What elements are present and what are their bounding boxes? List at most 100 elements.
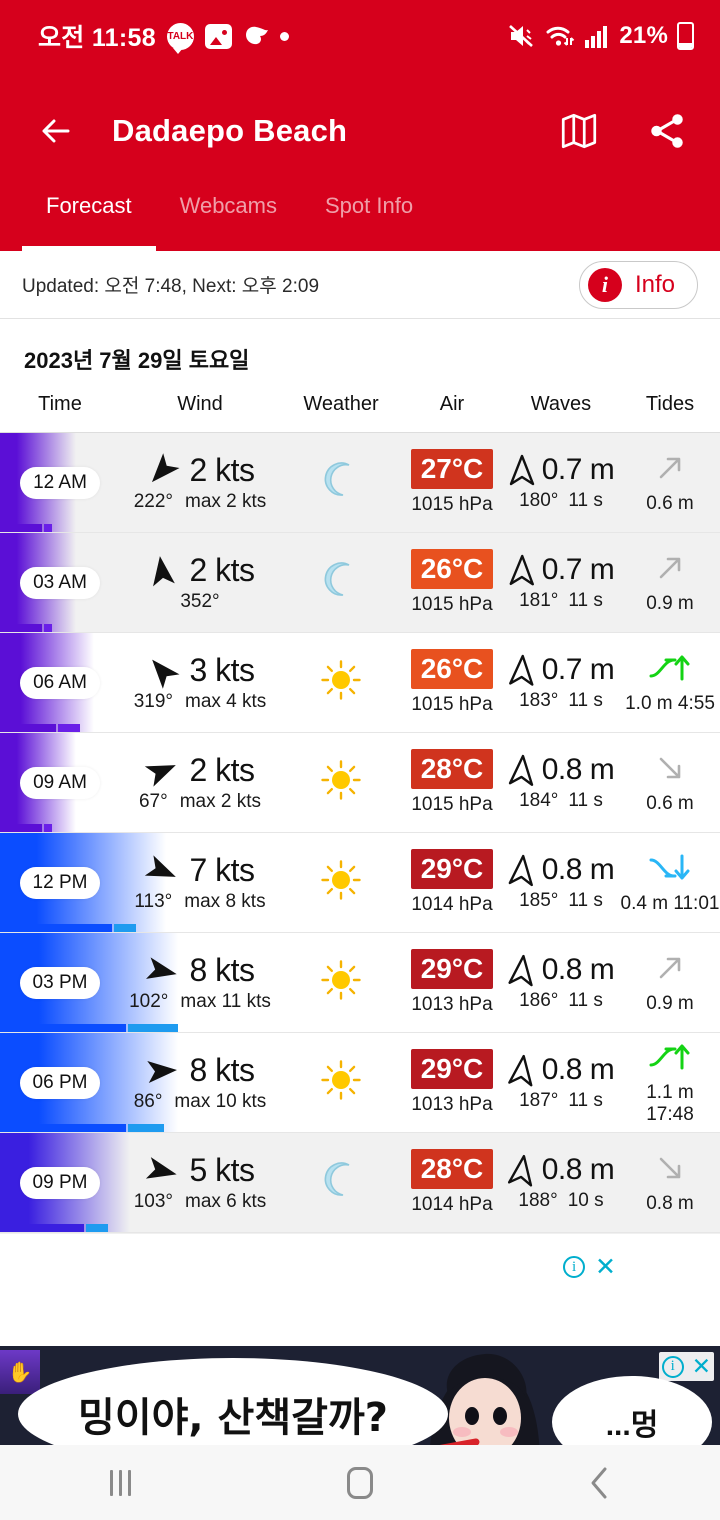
- table-row[interactable]: 03 AM 2 kts 352° 26°C 1015 hPa 0.7 m 181…: [0, 533, 720, 633]
- table-row[interactable]: 12 AM 2 kts 222° max 2 kts 27°C 1015 hPa: [0, 433, 720, 533]
- nav-back-button[interactable]: [550, 1455, 650, 1511]
- wind-gust-bar: [44, 624, 52, 632]
- sun-icon: [320, 1059, 362, 1101]
- home-icon: [347, 1466, 373, 1499]
- kakaotalk-icon: TALK: [166, 22, 194, 54]
- wave-period-value: 11 s: [568, 990, 603, 1011]
- ad-info-icon-banner[interactable]: i: [661, 1355, 684, 1378]
- mute-vibrate-icon: [508, 23, 536, 49]
- time-pill: 12 PM: [19, 866, 101, 899]
- table-row[interactable]: 06 AM 3 kts 319° max 4 kts 26°C 1015 hPa: [0, 633, 720, 733]
- time-pill: 06 AM: [20, 666, 100, 699]
- column-header-tides: Tides: [645, 393, 695, 415]
- table-row[interactable]: 09 AM 2 kts 67° max 2 kts 28°C 1015 hPa: [0, 733, 720, 833]
- ad-close-icon[interactable]: ✕: [595, 1252, 616, 1282]
- row-air: 27°C 1015 hPa: [402, 449, 502, 516]
- wave-height-value: 0.8 m: [541, 1153, 615, 1186]
- recent-apps-button[interactable]: [70, 1455, 170, 1511]
- table-row[interactable]: 03 PM 8 kts 102° max 11 kts 29°C 1013 hP…: [0, 933, 720, 1033]
- sun-icon: [320, 659, 362, 701]
- home-button[interactable]: [310, 1455, 410, 1511]
- ad-badge-icon: ✋: [0, 1350, 40, 1394]
- row-waves: 0.8 m 186° 11 s: [502, 953, 620, 1012]
- time-pill: 03 AM: [20, 566, 100, 599]
- row-weather: [280, 1159, 402, 1206]
- wave-detail: 186° 11 s: [502, 990, 620, 1012]
- temperature-badge: 26°C: [411, 649, 493, 689]
- wind-speed-value: 2 kts: [189, 452, 255, 488]
- wind-direction-icon: [145, 854, 179, 888]
- wave-direction-value: 183°: [519, 690, 559, 711]
- tide-falling-icon: [620, 1151, 720, 1185]
- pressure-value: 1013 hPa: [411, 1094, 493, 1115]
- temperature-badge: 28°C: [411, 1149, 493, 1189]
- wind-detail: 352°: [120, 591, 280, 613]
- row-time: 09 PM: [0, 1166, 120, 1199]
- temperature-badge: 29°C: [411, 1049, 493, 1089]
- nav-back-icon: [591, 1467, 607, 1498]
- row-weather: [280, 459, 402, 506]
- sun-icon: [320, 859, 362, 901]
- row-wind: 5 kts 103° max 6 kts: [120, 1152, 280, 1213]
- ad-close-icon-banner[interactable]: ✕: [692, 1353, 711, 1380]
- pressure-value: 1015 hPa: [411, 694, 493, 715]
- tide-value: 0.6 m: [646, 492, 694, 514]
- table-row[interactable]: 12 PM 7 kts 113° max 8 kts 29°C 1014 hPa: [0, 833, 720, 933]
- map-button[interactable]: [556, 108, 602, 154]
- status-clock: 오전 11:58: [38, 24, 156, 52]
- wind-speed-value: 2 kts: [189, 752, 255, 788]
- wave-direction-value: 181°: [519, 590, 559, 611]
- row-weather: [280, 559, 402, 606]
- table-row[interactable]: 09 PM 5 kts 103° max 6 kts 28°C 1014 hPa: [0, 1133, 720, 1233]
- wave-direction-value: 186°: [519, 990, 559, 1011]
- wind-speed-value: 5 kts: [189, 1152, 255, 1188]
- wind-speed-bar: [0, 724, 56, 732]
- ad-info-icon[interactable]: i: [563, 1256, 586, 1278]
- row-time: 06 AM: [0, 666, 120, 699]
- row-wind: 8 kts 86° max 10 kts: [120, 1052, 280, 1113]
- status-bar: 오전 11:58 TALK 21%: [0, 0, 720, 72]
- wind-gust-bar: [58, 724, 80, 732]
- info-button[interactable]: i Info: [578, 260, 698, 309]
- wind-gust-value: max 8 kts: [184, 891, 266, 912]
- tab-forecast[interactable]: Forecast: [22, 189, 156, 251]
- pressure-value: 1015 hPa: [411, 794, 493, 815]
- column-headers: Time Wind Weather Air Waves Tides: [0, 385, 720, 433]
- wave-period-value: 11 s: [568, 890, 603, 911]
- app-bar-actions: [556, 108, 690, 154]
- tide-value: 0.6 m: [646, 792, 694, 814]
- column-header-time: Time: [38, 393, 82, 415]
- back-arrow-icon: [42, 119, 70, 142]
- wave-height-value: 0.7 m: [541, 453, 615, 486]
- sun-icon: [320, 959, 362, 1001]
- system-nav-bar: [0, 1445, 720, 1520]
- wind-direction-value: 352°: [180, 591, 220, 612]
- table-row[interactable]: 06 PM 8 kts 86° max 10 kts 29°C 1013 hPa: [0, 1033, 720, 1133]
- tab-spot-info[interactable]: Spot Info: [301, 189, 437, 251]
- wind-speed-value: 3 kts: [189, 652, 255, 688]
- info-icon: i: [587, 267, 622, 302]
- wind-direction-icon: [145, 554, 179, 588]
- row-time: 09 AM: [0, 766, 120, 799]
- share-button[interactable]: [644, 108, 690, 154]
- wave-height-value: 0.7 m: [541, 653, 615, 686]
- wave-detail: 180° 11 s: [502, 490, 620, 512]
- tab-webcams[interactable]: Webcams: [156, 189, 301, 251]
- wave-detail: 188° 10 s: [502, 1190, 620, 1212]
- time-pill: 09 AM: [20, 766, 100, 799]
- wind-speed-value: 8 kts: [189, 1052, 255, 1088]
- wind-gust-value: max 2 kts: [179, 791, 262, 812]
- row-wind: 7 kts 113° max 8 kts: [120, 852, 280, 913]
- wind-gust-bar: [44, 824, 52, 832]
- pressure-value: 1015 hPa: [411, 494, 493, 515]
- wind-detail: 86° max 10 kts: [120, 1091, 280, 1113]
- wind-speed-value: 2 kts: [189, 552, 255, 588]
- back-button[interactable]: [28, 103, 84, 159]
- ad-controls-banner[interactable]: i ✕: [658, 1352, 714, 1381]
- temperature-badge: 27°C: [411, 449, 493, 489]
- wind-detail: 103° max 6 kts: [120, 1191, 280, 1213]
- tide-value: 0.8 m: [646, 1192, 694, 1214]
- ad-controls-top[interactable]: i ✕: [563, 1252, 616, 1282]
- row-waves: 0.7 m 180° 11 s: [502, 453, 620, 512]
- wave-period-value: 11 s: [568, 590, 603, 611]
